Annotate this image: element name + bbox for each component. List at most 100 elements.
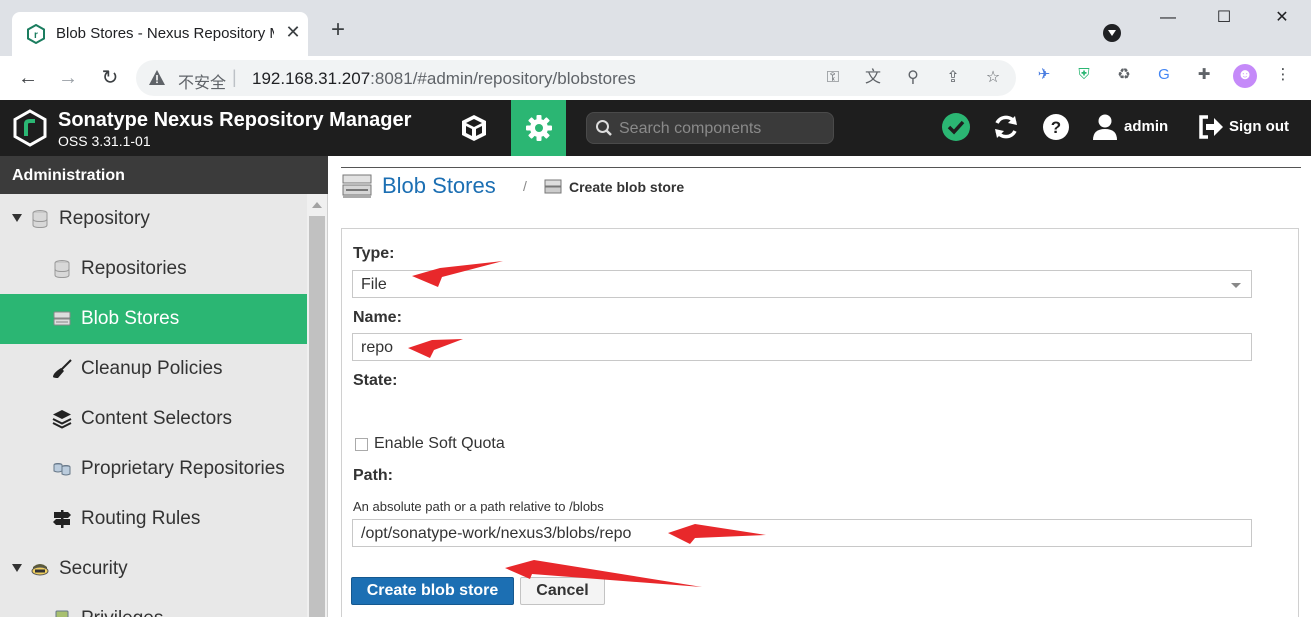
extension-shield-icon[interactable]: ⛨ — [1073, 64, 1095, 86]
zoom-icon[interactable]: ⚲ — [902, 67, 924, 89]
help-icon[interactable]: ? — [1041, 112, 1071, 142]
svg-text:r: r — [34, 30, 38, 41]
share-icon[interactable]: ⇪ — [942, 67, 964, 89]
sidebar-item-cleanup-policies[interactable]: Cleanup Policies — [0, 344, 307, 394]
url-host: 192.168.31.207 — [252, 69, 371, 88]
tab-close-icon[interactable]: ✕ — [282, 21, 304, 43]
sidebar-item-label: Content Selectors — [81, 408, 233, 429]
sidebar-scrollbar[interactable] — [307, 194, 327, 617]
name-input[interactable]: repo — [352, 333, 1252, 361]
browser-titlebar: r Blob Stores - Nexus Repository Manager… — [0, 0, 1311, 56]
tab-search-icon[interactable] — [1103, 24, 1121, 42]
key-icon[interactable]: ⚿ — [822, 67, 844, 89]
breadcrumb-blob-stores-link[interactable]: Blob Stores — [382, 173, 496, 199]
extension-bird-icon[interactable]: ✈ — [1033, 64, 1055, 86]
sidebar-item-routing-rules[interactable]: Routing Rules — [0, 494, 307, 544]
sign-out-icon[interactable] — [1196, 112, 1226, 142]
scrollbar-thumb[interactable] — [309, 216, 325, 617]
sidebar-item-label: Blob Stores — [81, 308, 180, 329]
warning-icon — [149, 70, 165, 85]
cancel-button[interactable]: Cancel — [520, 577, 605, 605]
state-label: State: — [353, 372, 398, 389]
new-tab-icon[interactable]: + — [326, 18, 350, 42]
tab-title: Blob Stores - Nexus Repository Manager — [56, 25, 274, 42]
nexus-favicon-icon: r — [27, 24, 45, 44]
menu-dots-icon[interactable]: ⋮ — [1272, 64, 1294, 86]
translate-icon[interactable]: 文 — [862, 67, 884, 89]
sidebar-item-content-selectors[interactable]: Content Selectors — [0, 394, 307, 444]
sign-out-label[interactable]: Sign out — [1229, 118, 1289, 135]
soft-quota-checkbox[interactable] — [355, 438, 368, 451]
main-content: Blob Stores / Create blob store Type: Fi… — [329, 156, 1311, 617]
user-icon[interactable] — [1090, 112, 1120, 142]
search-icon — [596, 120, 612, 136]
cube-icon — [462, 115, 486, 141]
security-icon — [31, 564, 49, 576]
browse-mode-button[interactable] — [446, 100, 502, 156]
path-input[interactable]: /opt/sonatype-work/nexus3/blobs/repo — [352, 519, 1252, 547]
path-label: Path: — [353, 467, 393, 484]
expand-caret-icon[interactable] — [12, 214, 22, 222]
sidebar-tree: Repository Repositories Blob Stores Clea… — [0, 194, 307, 617]
breadcrumb-current: Create blob store — [569, 179, 685, 195]
refresh-icon[interactable] — [991, 112, 1021, 142]
sidebar-title: Administration — [12, 167, 125, 184]
user-label[interactable]: admin — [1124, 118, 1168, 135]
sidebar-item-label: Privileges — [81, 608, 163, 617]
maximize-icon[interactable]: ☐ — [1214, 8, 1234, 28]
sidebar-item-blob-stores[interactable]: Blob Stores — [0, 294, 307, 344]
url-text[interactable]: 192.168.31.207:8081/#admin/repository/bl… — [252, 69, 636, 89]
soft-quota-label[interactable]: Enable Soft Quota — [374, 435, 505, 453]
profile-avatar[interactable]: ☻ — [1233, 64, 1257, 88]
sidebar-item-repositories[interactable]: Repositories — [0, 244, 307, 294]
sidebar-item-proprietary-repositories[interactable]: Proprietary Repositories — [0, 444, 307, 494]
sidebar-item-security[interactable]: Security — [0, 544, 307, 594]
security-label[interactable]: 不安全 — [178, 69, 226, 93]
browser-tab[interactable]: r Blob Stores - Nexus Repository Manager… — [12, 12, 308, 56]
product-name: Sonatype Nexus Repository Manager — [58, 109, 412, 131]
address-bar[interactable]: 不安全 | 192.168.31.207:8081/#admin/reposit… — [136, 60, 1016, 96]
system-status-icon[interactable] — [941, 112, 971, 142]
privilege-icon — [55, 610, 69, 617]
breadcrumb-separator: / — [523, 178, 527, 194]
path-input-value: /opt/sonatype-work/nexus3/blobs/repo — [361, 525, 632, 542]
blob-stores-icon — [342, 174, 372, 198]
expand-caret-icon[interactable] — [12, 564, 22, 572]
scroll-up-arrow-icon[interactable] — [312, 202, 322, 208]
dropdown-arrow-icon[interactable] — [1231, 283, 1241, 288]
admin-sidebar: Administration Repository Repositories B… — [0, 156, 328, 617]
create-blob-store-button[interactable]: Create blob store — [351, 577, 514, 605]
admin-mode-button[interactable] — [511, 100, 566, 156]
layers-icon — [52, 410, 72, 429]
extension-translate-icon[interactable]: G — [1153, 64, 1175, 86]
bookmark-star-icon[interactable]: ☆ — [982, 67, 1004, 89]
sidebar-item-repository[interactable]: Repository — [0, 194, 307, 244]
search-components-input[interactable]: Search components — [586, 112, 834, 144]
back-icon[interactable]: ← — [14, 64, 42, 92]
sidebar-item-label: Repositories — [81, 258, 187, 279]
extensions-puzzle-icon[interactable]: ✚ — [1193, 64, 1215, 86]
blob-store-icon — [53, 311, 71, 326]
sidebar-item-privileges[interactable]: Privileges — [0, 594, 307, 617]
close-window-icon[interactable]: ✕ — [1272, 8, 1292, 28]
sidebar-item-label: Proprietary Repositories — [81, 458, 285, 479]
database-icon — [54, 260, 70, 279]
database-icon — [32, 210, 48, 229]
sidebar-item-label: Security — [59, 558, 128, 579]
sidebar-item-label: Repository — [59, 208, 150, 229]
type-select[interactable]: File — [352, 270, 1252, 298]
proprietary-icon — [53, 463, 71, 476]
nexus-logo-icon — [13, 109, 47, 147]
minimize-icon[interactable]: — — [1158, 8, 1178, 28]
sidebar-item-label: Routing Rules — [81, 508, 201, 529]
omnibox-divider: | — [232, 67, 237, 87]
reload-icon[interactable]: ↻ — [96, 64, 124, 92]
forward-icon[interactable]: → — [54, 64, 82, 92]
nexus-header: Sonatype Nexus Repository Manager OSS 3.… — [0, 100, 1311, 156]
extension-recycle-icon[interactable]: ♻ — [1113, 64, 1135, 86]
create-blob-store-form: Type: File Name: repo State: Enable Soft… — [341, 228, 1299, 617]
product-version: OSS 3.31.1-01 — [58, 133, 151, 149]
sidebar-header: Administration — [0, 156, 328, 194]
svg-text:?: ? — [1051, 118, 1061, 137]
type-select-value: File — [361, 276, 387, 293]
